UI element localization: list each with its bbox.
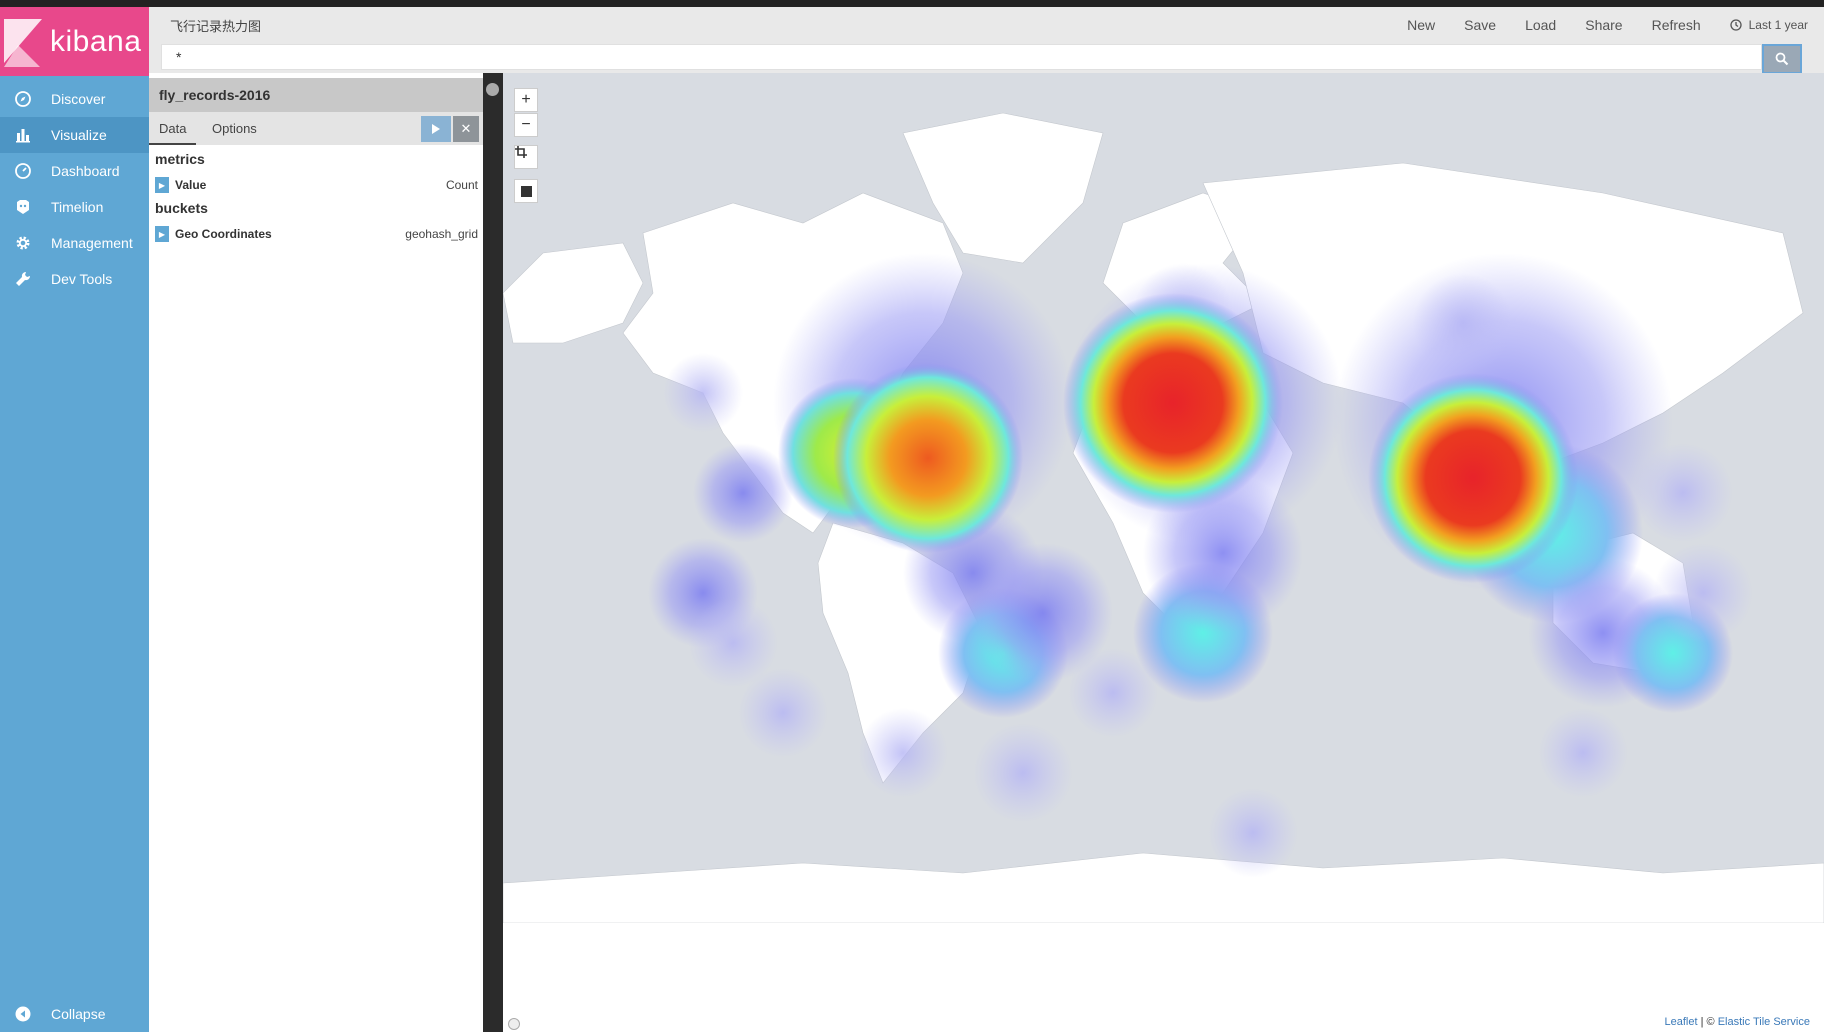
play-icon [432, 124, 440, 134]
map-canvas [503, 73, 1824, 1032]
bucket-agg-row[interactable]: ▶ Geo Coordinates geohash_grid [155, 225, 478, 243]
metric-type: Count [445, 178, 478, 192]
sidebar-item-dashboard[interactable]: Dashboard [0, 153, 149, 189]
gear-icon [14, 234, 32, 252]
sidebar-item-label: Dashboard [51, 163, 120, 179]
sidebar-item-visualize[interactable]: Visualize [0, 117, 149, 153]
collapse-button[interactable]: Collapse [0, 996, 149, 1032]
heatmap-map[interactable]: + − Leaflet | © Elastic Tile Service [503, 73, 1824, 1032]
expand-icon[interactable]: ▶ [155, 177, 169, 193]
leaflet-link[interactable]: Leaflet [1665, 1016, 1698, 1028]
sidebar-item-discover[interactable]: Discover [0, 81, 149, 117]
bucket-type: geohash_grid [405, 227, 478, 241]
metric-agg-row[interactable]: ▶ Value Count [155, 176, 478, 194]
window-top-bar [0, 0, 1824, 7]
sidebar-item-timelion[interactable]: Timelion [0, 189, 149, 225]
timelion-icon [14, 198, 32, 216]
map-attribution: Leaflet | © Elastic Tile Service [1665, 1016, 1810, 1028]
load-button[interactable]: Load [1525, 17, 1556, 33]
sidebar-item-dev-tools[interactable]: Dev Tools [0, 261, 149, 297]
search-button[interactable] [1762, 44, 1802, 74]
index-pattern-title: fly_records-2016 [149, 78, 483, 112]
kibana-logo[interactable]: kibana [0, 7, 149, 76]
fit-bounds-button[interactable] [514, 145, 538, 169]
apply-changes-button[interactable] [421, 116, 451, 142]
top-nav: 飞行记录热力图 New Save Load Share Refresh Last… [149, 7, 1824, 74]
sidebar-item-label: Timelion [51, 199, 104, 215]
sidebar-item-management[interactable]: Management [0, 225, 149, 261]
zoom-out-button[interactable]: − [514, 113, 538, 137]
sidebar-item-label: Discover [51, 91, 106, 107]
dashboard-icon [14, 162, 32, 180]
sidebar-item-label: Visualize [51, 127, 107, 143]
panel-collapse-icon[interactable] [486, 83, 499, 96]
tab-data[interactable]: Data [149, 112, 197, 145]
tab-options[interactable]: Options [202, 112, 267, 145]
page-title: 飞行记录热力图 [170, 19, 262, 34]
brand-name: kibana [50, 25, 142, 58]
save-button[interactable]: Save [1464, 17, 1496, 33]
buckets-heading: buckets [155, 200, 208, 216]
close-icon: ✕ [460, 121, 472, 136]
elastic-tile-service-link[interactable]: Elastic Tile Service [1718, 1016, 1810, 1028]
crop-icon [515, 146, 527, 158]
expand-icon[interactable]: ▶ [155, 226, 169, 242]
square-icon [520, 185, 532, 197]
editor-panel: fly_records-2016 Data Options ✕ metrics … [149, 73, 483, 1032]
discard-changes-button[interactable]: ✕ [453, 116, 479, 142]
clock-icon [1729, 19, 1742, 31]
draw-rectangle-button[interactable] [514, 179, 538, 203]
time-picker[interactable]: Last 1 year [1729, 18, 1808, 32]
time-range-label: Last 1 year [1748, 18, 1808, 32]
metrics-heading: metrics [155, 151, 205, 167]
zoom-in-button[interactable]: + [514, 88, 538, 112]
sidebar: kibana Discover Visualize Dashboard Time… [0, 7, 149, 1032]
new-button[interactable]: New [1407, 17, 1435, 33]
share-button[interactable]: Share [1585, 17, 1622, 33]
search-icon [1775, 52, 1789, 66]
attribution-separator: | © [1697, 1016, 1718, 1028]
sidebar-item-label: Dev Tools [51, 271, 113, 287]
search-input[interactable]: * [161, 44, 1762, 70]
bottom-toggle-icon[interactable] [508, 1018, 520, 1030]
wrench-icon [14, 270, 32, 288]
collapse-label: Collapse [51, 1006, 106, 1022]
collapse-icon [14, 1005, 32, 1023]
sidebar-item-label: Management [51, 235, 133, 251]
refresh-button[interactable]: Refresh [1652, 17, 1701, 33]
top-menu: New Save Load Share Refresh Last 1 year [1407, 7, 1824, 43]
bar-chart-icon [14, 126, 32, 144]
editor-tabs: Data Options ✕ [149, 112, 483, 145]
metric-name: Value [175, 178, 207, 192]
bucket-name: Geo Coordinates [175, 227, 272, 241]
map-bottom [503, 923, 1824, 1032]
kibana-logo-icon [4, 19, 42, 67]
compass-icon [14, 90, 32, 108]
